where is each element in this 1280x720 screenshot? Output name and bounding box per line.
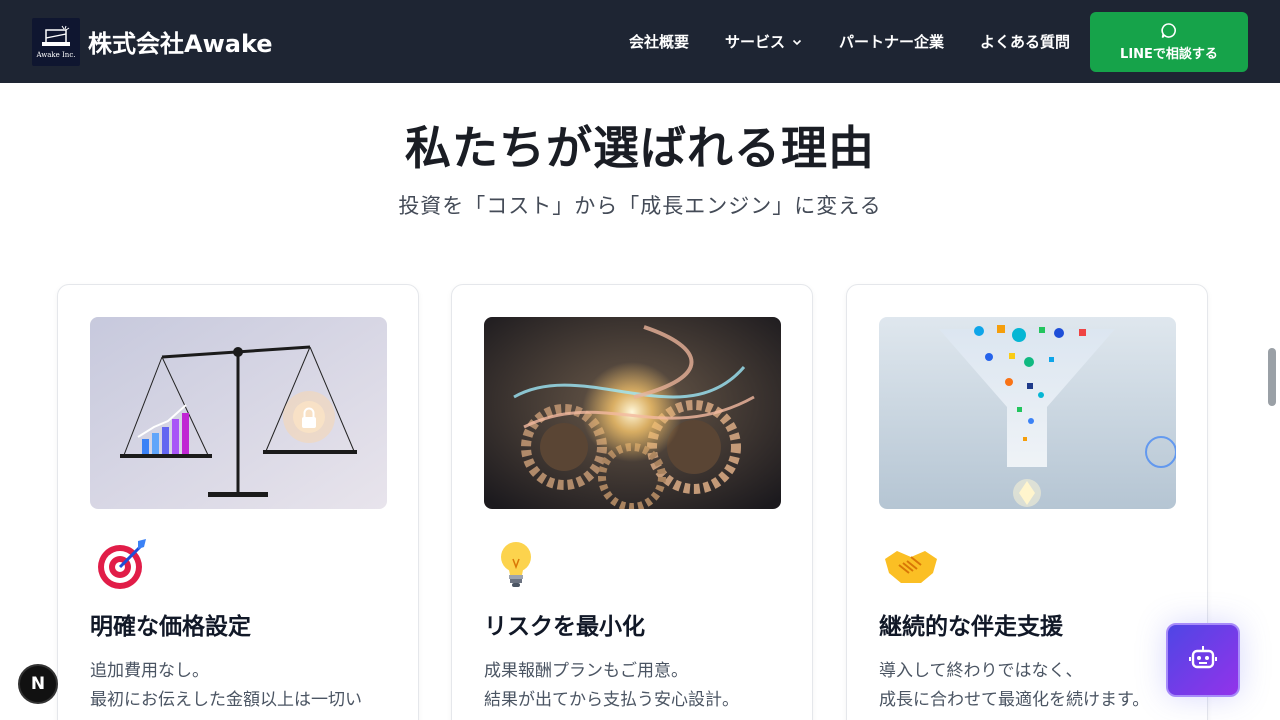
lightbulb-icon xyxy=(486,535,546,595)
reason-card-support: 継続的な伴走支援 導入して終わりではなく、 成長に合わせて最適化を続けます。 xyxy=(846,284,1208,720)
card-desc-line: 最初にお伝えした金額以上は一切い xyxy=(90,690,362,710)
chevron-down-icon xyxy=(791,36,803,48)
nav-company[interactable]: 会社概要 xyxy=(629,31,689,52)
section-subtitle: 投資を「コスト」から「成長エンジン」に変える xyxy=(398,194,882,218)
card-desc-line: 追加費用なし。 xyxy=(90,661,209,681)
company-logo[interactable]: Awake Inc. xyxy=(32,17,80,66)
svg-text:Awake Inc.: Awake Inc. xyxy=(36,51,76,59)
nav-faq[interactable]: よくある質問 xyxy=(980,31,1070,52)
robot-icon xyxy=(1188,643,1218,677)
reason-card-pricing: 明確な価格設定 追加費用なし。 最初にお伝えした金額以上は一切い xyxy=(57,284,419,720)
card-desc-line: 成果報酬プランもご用意。 xyxy=(484,661,688,681)
card-desc-line: 導入して終わりではなく、 xyxy=(879,661,1083,681)
line-consult-button[interactable]: LINEで相談する xyxy=(1090,11,1248,72)
target-icon xyxy=(92,535,152,595)
balance-scale-image xyxy=(90,317,387,509)
card-title: リスクを最小化 xyxy=(484,614,645,640)
card-desc-line: 成長に合わせて最適化を続けます。 xyxy=(879,690,1150,710)
chat-bubble-icon xyxy=(1160,22,1178,40)
funnel-image xyxy=(879,317,1176,509)
handshake-icon xyxy=(881,535,941,595)
card-description: 追加費用なし。 最初にお伝えした金額以上は一切い xyxy=(90,657,362,715)
nav-partners[interactable]: パートナー企業 xyxy=(839,31,944,52)
nav-services[interactable]: サービス xyxy=(725,31,803,52)
brand-name[interactable]: 株式会社Awake xyxy=(88,24,273,59)
logo-mark: Awake Inc. xyxy=(36,25,76,59)
reason-card-risk: リスクを最小化 成果報酬プランもご用意。 結果が出てから支払う安心設計。 xyxy=(451,284,813,720)
card-title: 明確な価格設定 xyxy=(90,614,251,640)
card-title: 継続的な伴走支援 xyxy=(879,614,1063,640)
gears-image xyxy=(484,317,781,509)
card-description: 導入して終わりではなく、 成長に合わせて最適化を続けます。 xyxy=(879,657,1149,715)
card-desc-line: 結果が出てから支払う安心設計。 xyxy=(484,690,739,710)
nav-services-label: サービス xyxy=(724,33,785,51)
section-title: 私たちが選ばれる理由 xyxy=(405,121,875,175)
page-scrollbar[interactable] xyxy=(1268,348,1276,406)
next-devtools-badge[interactable]: N xyxy=(18,664,58,704)
line-consult-label: LINEで相談する xyxy=(1120,46,1218,62)
chatbot-button[interactable] xyxy=(1166,623,1240,697)
site-header: Awake Inc. 株式会社Awake 会社概要 サービス パートナー企業 よ… xyxy=(0,0,1280,83)
main-nav: 会社概要 サービス パートナー企業 よくある質問 LINEで相談する xyxy=(629,11,1248,72)
card-description: 成果報酬プランもご用意。 結果が出てから支払う安心設計。 xyxy=(484,657,739,715)
